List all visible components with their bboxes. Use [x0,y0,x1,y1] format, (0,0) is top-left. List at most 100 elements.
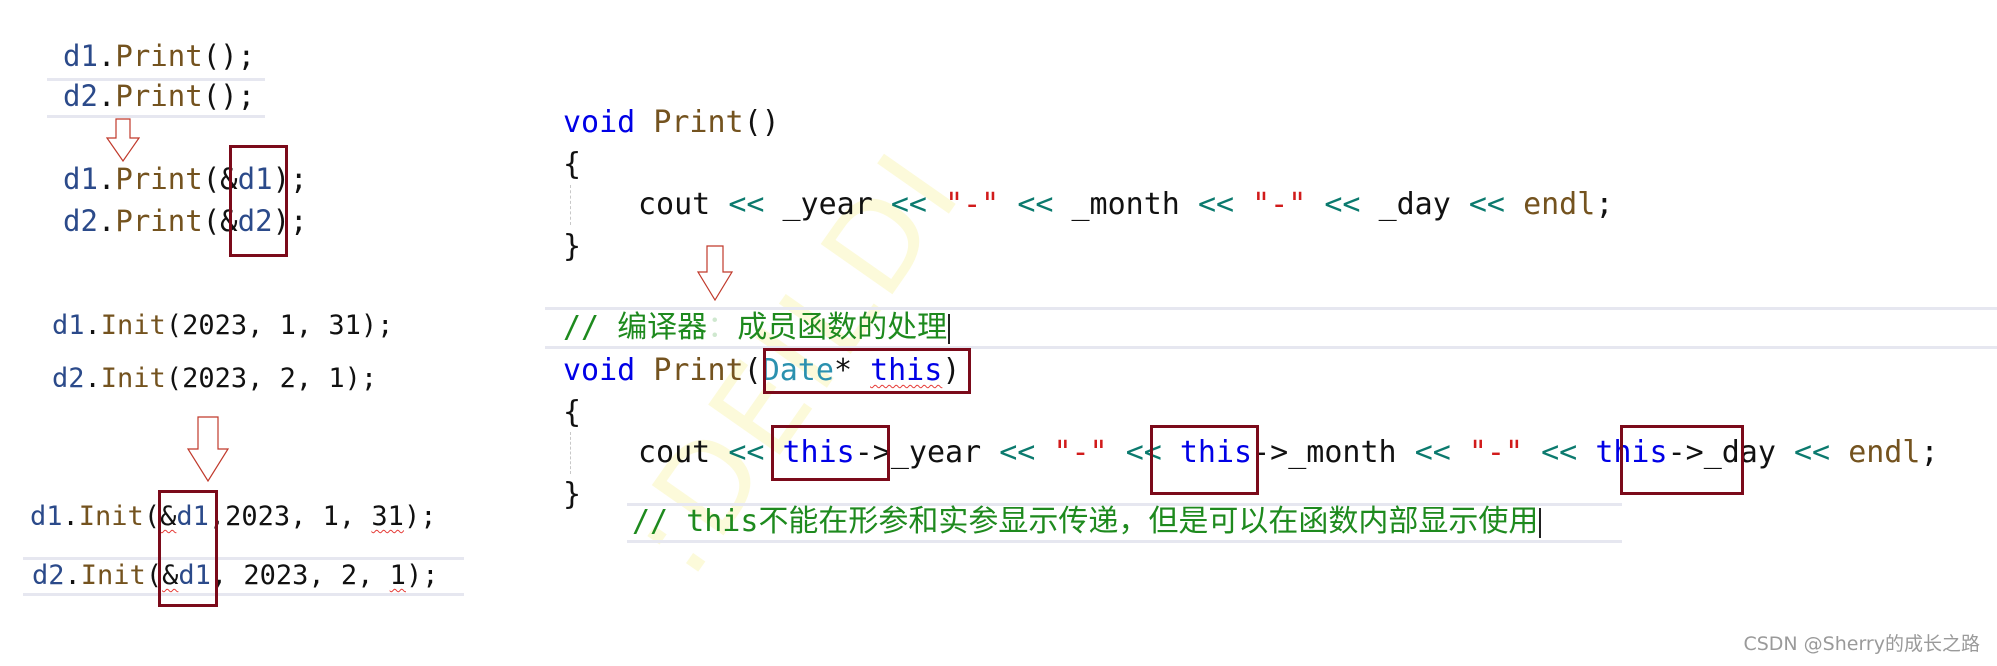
highlight-box-this-month [1150,425,1259,495]
function-name: Print [115,39,203,73]
string-literal: "-" [945,187,1000,222]
csdn-watermark: CSDN @Sherry的成长之路 [1743,633,1980,655]
dot: . [64,560,81,591]
paren: ); [405,560,439,591]
comment-this: this [686,504,759,539]
indent-guide [570,185,571,225]
stream-op: << [999,435,1036,470]
paren: ( [743,353,762,388]
function-name: Init [80,560,146,591]
stream-op: << [728,435,765,470]
parens: () [743,105,780,140]
function-signature-original: void Print() [563,108,780,138]
open-brace: { [563,147,582,182]
dot: . [62,501,79,532]
stream-op: << [1197,187,1235,222]
paren: ( [202,204,221,238]
stream-op: << [1017,187,1054,222]
member-day: _day [1378,187,1451,222]
object-name: d1 [63,39,98,73]
object-name: d1 [52,310,85,341]
comment-label: 编译器 [617,310,708,345]
semicolon: ; [1595,187,1614,222]
endl: endl [1848,435,1921,470]
object-name: d1 [63,162,98,196]
args: (); [202,39,256,73]
function-name: Print [115,204,203,238]
function-name: Print [115,162,203,196]
args: ,2023, 1, [208,501,372,532]
comment-slashes: // [632,504,669,539]
keyword-void: void [563,353,636,388]
error-arg: 1 [389,560,406,591]
semicolon: ; [1920,435,1939,470]
stream-op: << [728,187,765,222]
stream-op: << [1414,435,1451,470]
stream-op: << [1541,435,1578,470]
down-arrow-icon [106,118,140,162]
dot: . [84,310,101,341]
cout-statement-original: cout << _year << "-" << _month << "-" <<… [638,190,1613,220]
code-line-d1-print: d1.Print(); [63,42,255,71]
object-name: d1 [30,501,63,532]
function-name: Init [78,501,144,532]
stream-op: << [890,187,927,222]
stream-op: << [1324,187,1361,222]
member-year: _year [890,435,982,470]
close-brace: } [563,229,582,264]
highlight-box-address-arg [229,145,288,257]
member-year: _year [782,187,873,222]
note-comment: // this不能在形参和实参显示传递，但是可以在函数内部显示使用 [632,504,1542,539]
highlight-box-this-day [1620,425,1744,495]
dot: . [97,162,116,196]
string-literal: "-" [1468,435,1524,470]
down-arrow-icon [187,416,229,482]
stream-op: << [1468,187,1505,222]
close-brace: } [563,477,582,512]
comment-slashes: // [563,310,600,345]
object-name: d2 [32,560,65,591]
highlight-box-this-param [763,348,971,394]
function-name: Init [100,363,166,394]
code-line-d2-init-transformed: d2.Init(&d1, 2023, 2, 1); [32,562,438,589]
compiler-comment: // 编译器：成员函数的处理 [563,310,951,345]
args: (2023, 1, 31); [165,310,394,341]
dot: . [97,204,116,238]
dot: . [97,79,116,113]
text-caret [1539,507,1542,538]
dot: . [84,363,101,394]
string-literal: "-" [1053,435,1108,470]
args: (2023, 2, 1); [165,363,378,394]
code-line-d2-init: d2.Init(2023, 2, 1); [52,365,377,392]
function-name: Print [653,105,744,140]
function-name: Init [100,310,166,341]
highlight-box-address-arg [158,490,218,607]
highlight-box-this-year [771,425,890,481]
member-month: _month [1288,435,1397,470]
line-highlight [47,115,265,118]
paren: ( [202,162,221,196]
endl: endl [1523,187,1596,222]
string-literal: "-" [1252,187,1307,222]
line-highlight [627,540,1622,543]
dot: . [97,39,116,73]
code-line-d1-init: d1.Init(2023, 1, 31); [52,312,393,339]
cout: cout [638,435,711,470]
code-line-d2-print: d2.Print(); [63,82,255,111]
paren: ); [403,501,437,532]
text-caret [948,313,951,344]
member-month: _month [1071,187,1180,222]
line-highlight [23,593,464,596]
keyword-void: void [563,105,636,140]
object-name: d2 [63,204,98,238]
args: (); [202,79,256,113]
comment-text: 成员函数的处理 [737,310,948,345]
object-name: d2 [63,79,98,113]
code-line-d1-init-transformed: d1.Init(&d1,2023, 1, 31); [30,503,436,530]
cout: cout [638,187,711,222]
function-name: Print [653,353,744,388]
comment-colon: ： [707,310,738,345]
function-name: Print [115,79,203,113]
stream-op: << [1794,435,1831,470]
object-name: d2 [52,363,85,394]
